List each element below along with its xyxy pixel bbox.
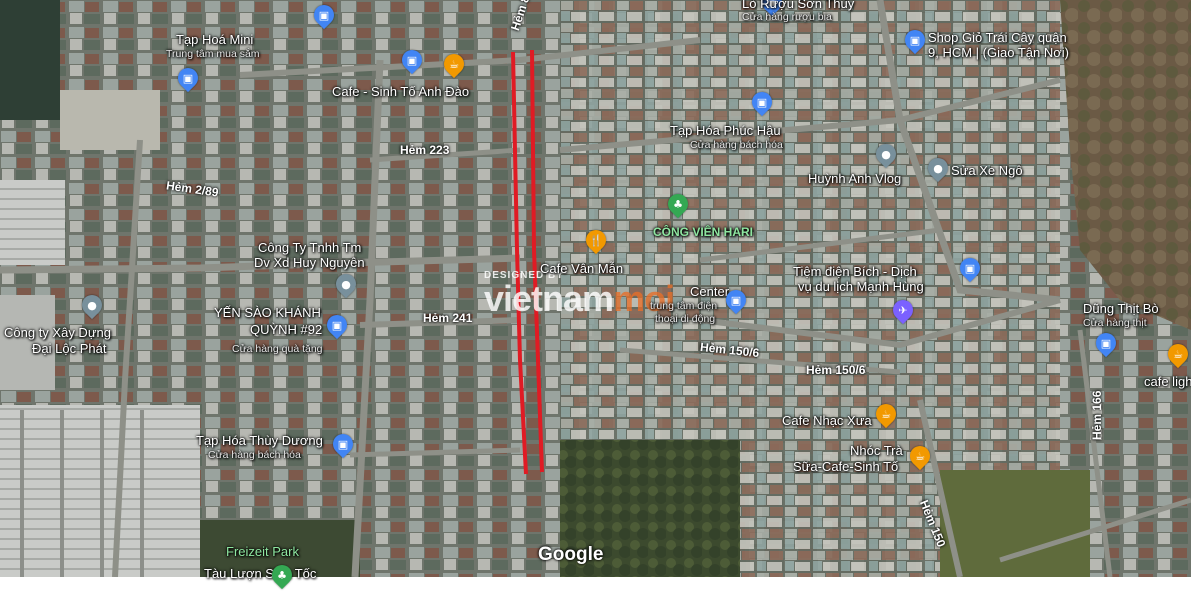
place-yen-sao-category: Cửa hàng quà tặng xyxy=(232,343,323,355)
location-pin-icon[interactable]: ● xyxy=(77,290,107,320)
shopping-pin-icon[interactable]: ▣ xyxy=(721,285,751,315)
watermark: DESIGNED BY vietnammoi xyxy=(484,270,675,319)
place-center-category-line2: thoại di động xyxy=(655,313,716,325)
place-phuc-hau-category: Cửa hàng bách hóa xyxy=(690,139,783,151)
place-dung-thit-bo-category: Cửa hàng thịt xyxy=(1083,317,1147,329)
place-cafe-nhac-xua[interactable]: Cafe Nhạc Xưa xyxy=(782,413,872,428)
place-center-category-line1: trung tâm điện xyxy=(650,300,718,312)
place-nhoc-tra-line1[interactable]: Nhóc Trà xyxy=(850,443,903,458)
place-shop-gio-line1[interactable]: Shop Giỏ Trái Cây quận xyxy=(928,30,1067,45)
shopping-pin-icon[interactable]: ▣ xyxy=(328,429,358,459)
place-yen-sao-line2: QUỲNH #92 xyxy=(250,322,323,337)
water-area xyxy=(0,0,60,120)
shopping-pin-icon[interactable]: ▣ xyxy=(747,87,777,117)
place-cafe-anh-dao[interactable]: Cafe - Sinh Tố Anh Đào xyxy=(332,84,469,99)
place-tap-hoa-mini[interactable]: Tạp Hoá Mini xyxy=(176,32,253,47)
location-pin-icon[interactable]: ● xyxy=(923,153,953,183)
place-cafe-light[interactable]: cafe ligh xyxy=(1144,374,1191,389)
park-pin-icon[interactable]: ♣ xyxy=(267,560,297,590)
shopping-pin-icon[interactable]: ▣ xyxy=(173,63,203,93)
place-sua-xe-ngo[interactable]: Sửa Xe Ngô xyxy=(951,163,1023,178)
place-center[interactable]: Center xyxy=(690,284,729,299)
food-pin-icon[interactable]: 🍴 xyxy=(581,225,611,255)
road-label-hem150-6-east: Hẻm 150/6 xyxy=(806,363,866,377)
google-logo: Google xyxy=(538,544,604,565)
place-tiem-dien-line1[interactable]: Tiệm điện Bích - Dịch xyxy=(793,264,917,279)
place-tau-luon[interactable]: Tàu Lượn Siêu Tốc xyxy=(204,566,316,581)
place-ruou-son-thuy-category: Cửa hàng rượu bia xyxy=(742,11,832,23)
road-label-hem166: Hẻm 166 xyxy=(1090,390,1104,440)
cafe-pin-icon[interactable]: ☕ xyxy=(439,49,469,79)
place-tiem-dien-line2: vụ du lịch Mạnh Hùng xyxy=(798,279,924,294)
cafe-pin-icon[interactable]: ☕ xyxy=(905,441,935,471)
shopping-pin-icon[interactable]: ▣ xyxy=(955,253,985,283)
place-shop-gio-line2: 9, HCM | (Giao Tận Nơi) xyxy=(928,45,1069,60)
shopping-pin-icon[interactable]: ▣ xyxy=(322,310,352,340)
place-cong-ty-huy-line2: Dv Xd Huy Nguyên xyxy=(254,255,365,270)
place-cty-dai-loc-line1[interactable]: Công ty Xây Dựng xyxy=(4,325,111,340)
shopping-pin-icon[interactable]: ▣ xyxy=(900,25,930,55)
place-ruou-son-thuy[interactable]: Lò Rượu Sơn Thủy xyxy=(742,0,854,11)
place-thuy-duong-category: Cửa hàng bách hóa xyxy=(208,449,301,461)
place-dung-thit-bo[interactable]: Dũng Thịt Bò xyxy=(1083,301,1159,316)
shopping-pin-icon[interactable]: ▣ xyxy=(1091,328,1121,358)
place-tap-hoa-mini-category: Trung tâm mua sắm xyxy=(166,48,260,60)
open-lot xyxy=(60,90,160,150)
place-nhoc-tra-line2: Sữa-Cafe-Sinh Tố xyxy=(793,459,899,474)
watermark-brand: vietnammoi xyxy=(484,278,675,319)
factory-shed xyxy=(0,180,65,265)
place-freizeit-park[interactable]: Freizeit Park xyxy=(226,544,299,559)
shopping-pin-icon[interactable]: ▣ xyxy=(397,45,427,75)
place-huynh-anh-vlog[interactable]: Huỳnh Anh Vlog xyxy=(808,171,901,186)
place-cty-dai-loc-line2: Đại Lộc Phát xyxy=(32,341,107,356)
road-label-hem241: Hẻm 241 xyxy=(423,311,473,325)
location-pin-icon[interactable]: ● xyxy=(331,269,361,299)
place-phuc-hau[interactable]: Tạp Hóa Phúc Hậu xyxy=(670,123,781,138)
park-pin-icon[interactable]: ♣ xyxy=(663,189,693,219)
location-pin-icon[interactable]: ● xyxy=(871,139,901,169)
place-yen-sao-line1[interactable]: YẾN SÀO KHÁNH xyxy=(214,305,321,320)
place-thuy-duong[interactable]: Tạp Hóa Thùy Dương xyxy=(196,433,323,448)
cafe-pin-icon[interactable]: ☕ xyxy=(871,399,901,429)
place-cafe-van-man[interactable]: Cafe Vân Mẫn xyxy=(540,261,623,276)
cafe-pin-icon[interactable]: ☕ xyxy=(1163,339,1191,369)
road-label-hem223: Hẻm 223 xyxy=(400,143,450,157)
travel-pin-icon[interactable]: ✈ xyxy=(888,295,918,325)
field-area xyxy=(940,470,1090,577)
place-cong-vien-hari[interactable]: CÔNG VIÊN HARI xyxy=(653,225,753,240)
watermark-brand-main: vietnam xyxy=(484,278,614,319)
place-cong-ty-huy-line1[interactable]: Công Ty Tnhh Tm xyxy=(258,240,361,255)
shopping-pin-icon[interactable]: ▣ xyxy=(309,0,339,30)
